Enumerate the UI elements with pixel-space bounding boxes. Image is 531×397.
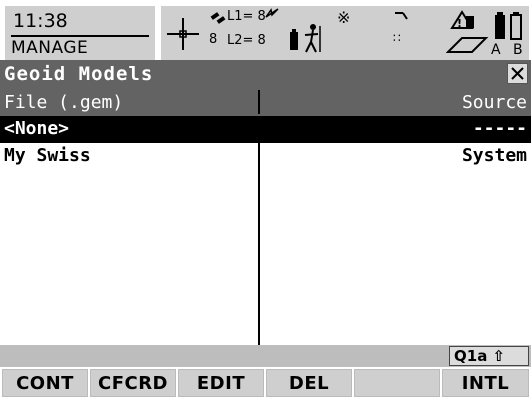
column-header-file[interactable]: File (.gem) — [4, 92, 123, 113]
battery-walk-icon — [290, 24, 321, 53]
crosshair-icon — [167, 18, 199, 50]
column-header-source[interactable]: Source — [462, 92, 527, 113]
column-divider — [258, 90, 260, 114]
geoid-table: <None> ----- My Swiss System — [0, 116, 531, 345]
input-mode-indicator[interactable]: Q1a ⇧ — [449, 346, 529, 366]
softkey-cont[interactable]: CONT — [2, 369, 88, 397]
l2-label: L2= 8 — [227, 33, 266, 48]
clock-divider — [11, 35, 149, 37]
softkey-cfcrd[interactable]: CFCRD — [90, 369, 176, 397]
svg-text:!: ! — [457, 17, 462, 30]
softkey-intl[interactable]: INTL — [442, 369, 529, 397]
table-header: File (.gem) Source — [0, 88, 531, 116]
page-title: Geoid Models — [4, 63, 154, 85]
battery-icon — [495, 12, 522, 40]
cell-file: My Swiss — [4, 145, 91, 166]
mode-label: MANAGE — [11, 38, 89, 58]
column-divider — [258, 143, 260, 345]
clock: 11:38 — [13, 10, 68, 32]
memory-icon: ! — [446, 10, 489, 53]
l1-label: L1= 8 — [227, 9, 266, 24]
clock-panel: 11:38 MANAGE — [5, 6, 155, 60]
satellite-icon — [210, 12, 226, 24]
softkey-edit[interactable]: EDIT — [178, 369, 264, 397]
signal-icon — [265, 8, 279, 18]
softkey-bar: CONT CFCRD EDIT DEL INTL — [0, 367, 531, 397]
input-bar: Q1a ⇧ — [0, 345, 531, 367]
softkey-empty[interactable] — [354, 369, 440, 397]
cell-source: System — [461, 145, 527, 166]
status-bar: 11:38 MANAGE L1= 8 8 L2= 8 ※ ∷ ! A B — [0, 0, 531, 60]
memory-letters: A B — [491, 42, 527, 58]
table-row[interactable]: My Swiss System — [0, 143, 531, 170]
link-icon: ∷ — [393, 12, 408, 45]
title-bar: Geoid Models — [0, 60, 531, 88]
status-icons-panel: L1= 8 8 L2= 8 ※ ∷ ! A B — [161, 6, 529, 60]
close-icon — [511, 67, 524, 80]
close-button[interactable] — [507, 63, 528, 84]
svg-text:∷: ∷ — [393, 31, 401, 45]
cell-file: <None> — [4, 118, 70, 139]
softkey-del[interactable]: DEL — [266, 369, 352, 397]
cell-source: ----- — [472, 118, 527, 139]
sat-count: 8 — [209, 32, 218, 47]
bluetooth-icon: ※ — [337, 8, 351, 27]
table-row[interactable]: <None> ----- — [0, 116, 531, 143]
